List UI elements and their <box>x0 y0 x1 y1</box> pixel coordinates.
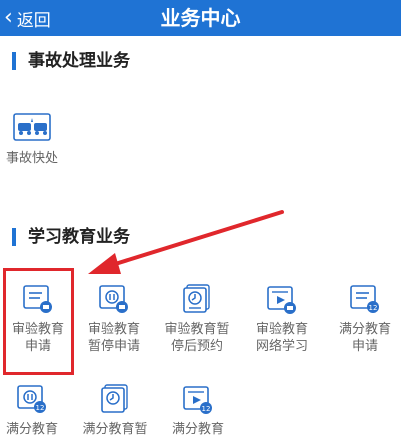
item-label: 满分教育申请 <box>338 322 391 354</box>
video-play-icon: 12 <box>182 383 214 415</box>
item-label: 满分教育 <box>171 422 224 437</box>
svg-text:12: 12 <box>36 404 45 412</box>
page-title: 业务中心 <box>160 6 241 30</box>
pause-badge-icon <box>98 283 130 315</box>
top-bar: ‹ 返回 业务中心 <box>0 0 401 36</box>
highlight-box <box>3 268 74 375</box>
clock-document-icon <box>99 383 131 415</box>
pause-12-icon: 12 <box>16 383 48 415</box>
svg-text:12: 12 <box>202 405 211 413</box>
review-education-online-item[interactable]: 审验教育网络学习 <box>242 283 322 355</box>
item-label: 审验教育暂停申请 <box>87 322 140 354</box>
video-play-icon <box>266 283 298 315</box>
item-label: 事故快处 <box>5 151 58 166</box>
review-education-appointment-item[interactable]: 审验教育暂停后预约 <box>157 283 237 355</box>
car-accident-icon <box>13 112 51 144</box>
accident-quick-item[interactable]: 事故快处 <box>0 112 72 167</box>
document-12-icon: 12 <box>349 283 381 315</box>
full-score-education-pause-appointment-item[interactable]: 满分教育暂 <box>75 383 155 438</box>
review-education-pause-item[interactable]: 审验教育暂停申请 <box>74 283 154 355</box>
section-title-accident: 事故处理业务 <box>12 52 130 70</box>
item-label: 满分教育 <box>5 422 58 437</box>
section-title-education: 学习教育业务 <box>12 228 130 246</box>
full-score-education-pause-item[interactable]: 12 满分教育 <box>0 383 72 438</box>
full-score-education-apply-item[interactable]: 12 满分教育申请 <box>325 283 401 355</box>
item-label: 审验教育暂停后预约 <box>164 322 230 354</box>
item-label: 满分教育暂 <box>82 422 148 437</box>
clock-document-icon <box>181 283 213 315</box>
item-label: 审验教育网络学习 <box>255 322 308 354</box>
full-score-education-online-item[interactable]: 12 满分教育 <box>158 383 238 438</box>
svg-text:12: 12 <box>369 304 378 312</box>
